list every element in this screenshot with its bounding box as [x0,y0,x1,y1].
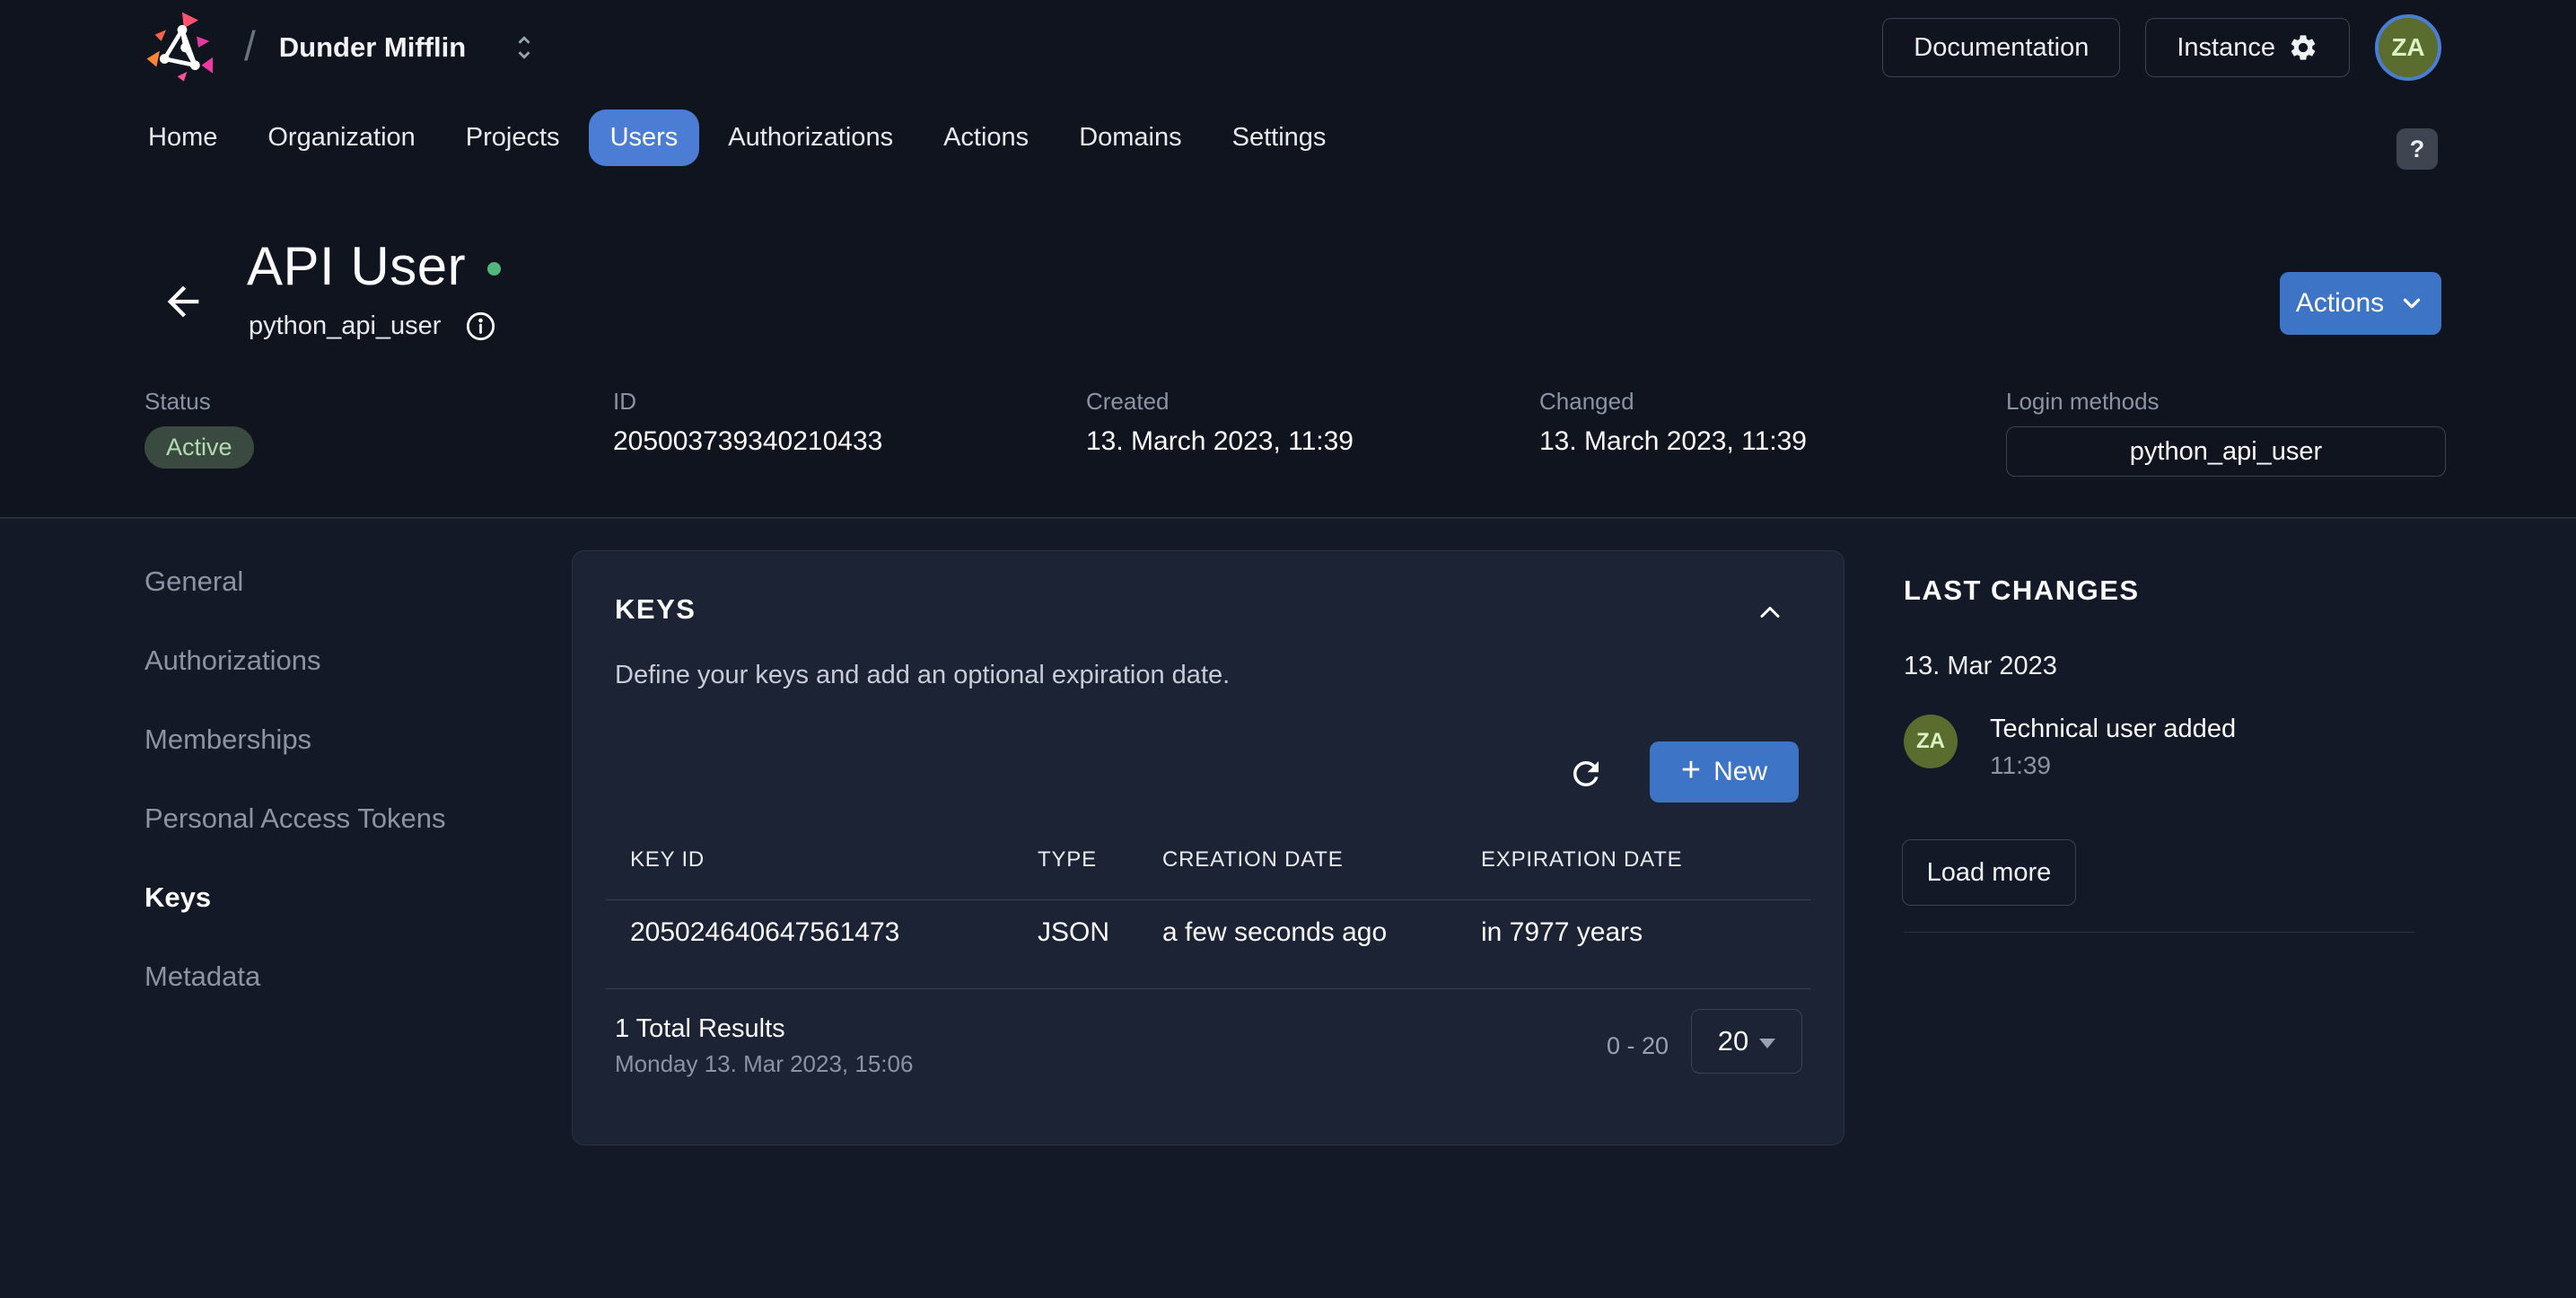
id-value: 205003739340210433 [613,426,882,457]
main-nav: Home Organization Projects Users Authori… [0,95,2576,180]
column-creation-date: CREATION DATE [1162,847,1344,873]
column-key-id: KEY ID [630,847,705,873]
login-methods-label: Login methods [2006,388,2446,416]
column-expiration-date: EXPIRATION DATE [1481,847,1682,873]
id-label: ID [613,388,882,416]
total-results: 1 Total Results [615,1014,785,1044]
table-divider-bottom [606,988,1810,989]
results-timestamp: Monday 13. Mar 2023, 15:06 [615,1050,913,1078]
created-label: Created [1086,388,1354,416]
chevron-down-icon [2398,290,2425,317]
table-row[interactable]: 205024640647561473 JSON a few seconds ag… [573,917,1844,989]
meta-login-methods: Login methods python_api_user [2006,388,2446,477]
actions-label: Actions [2296,288,2384,319]
instance-label: Instance [2177,33,2275,63]
last-changes-title: LAST CHANGES [1904,574,2140,607]
unfold-more-icon[interactable] [509,32,539,63]
user-avatar[interactable]: ZA [2375,14,2441,81]
status-label: Status [145,388,254,416]
top-bar: / Dunder Mifflin Documentation Instance … [0,0,2576,95]
login-method-chip: python_api_user [2006,426,2446,477]
tab-home[interactable]: Home [127,110,239,166]
tab-users[interactable]: Users [589,110,700,166]
page-title: API User [247,235,466,297]
changes-date: 13. Mar 2023 [1904,652,2057,681]
pagination-range: 0 - 20 [1607,1032,1669,1060]
changes-panel-divider [1904,932,2415,933]
change-entry: ZA Technical user added 11:39 [1904,715,2236,780]
sidebar-item-general[interactable]: General [145,566,445,598]
table-divider-top [606,899,1810,900]
detail-side-nav: General Authorizations Memberships Perso… [145,566,445,993]
created-value: 13. March 2023, 11:39 [1086,426,1354,457]
keys-card-title: KEYS [615,593,696,626]
entry-text: Technical user added [1990,715,2236,744]
cell-expiration-date: in 7977 years [1481,917,1643,948]
avatar-initials: ZA [2391,33,2424,62]
column-type: TYPE [1038,847,1097,873]
tab-domains[interactable]: Domains [1057,110,1203,166]
username-subtitle: python_api_user [249,311,441,341]
instance-button[interactable]: Instance [2145,18,2350,77]
meta-id: ID 205003739340210433 [613,388,882,457]
keys-card: KEYS Define your keys and add an optiona… [572,550,1844,1145]
meta-changed: Changed 13. March 2023, 11:39 [1539,388,1807,457]
sidebar-item-memberships[interactable]: Memberships [145,724,445,756]
cell-creation-date: a few seconds ago [1162,917,1387,948]
meta-created: Created 13. March 2023, 11:39 [1086,388,1354,457]
entry-body: Technical user added 11:39 [1990,715,2236,780]
tab-settings[interactable]: Settings [1211,110,1348,166]
tab-organization[interactable]: Organization [246,110,436,166]
page-subtitle-row: python_api_user [249,310,497,343]
entry-avatar: ZA [1904,715,1958,768]
breadcrumb-slash: / [244,22,256,70]
load-more-button[interactable]: Load more [1902,839,2076,906]
chevron-up-icon [1754,596,1786,628]
keys-card-description: Define your keys and add an optional exp… [615,661,1230,690]
info-icon[interactable] [464,310,497,343]
zitadel-logo-icon[interactable] [144,9,221,86]
sidebar-item-authorizations[interactable]: Authorizations [145,645,445,677]
new-key-label: New [1713,757,1767,787]
brand-area: / Dunder Mifflin [144,9,539,86]
actions-button[interactable]: Actions [2280,272,2441,335]
refresh-button[interactable] [1567,750,1614,797]
active-state-dot [487,262,501,276]
changed-label: Changed [1539,388,1807,416]
meta-status: Status Active [145,388,254,469]
sidebar-item-keys[interactable]: Keys [145,881,445,914]
sidebar-item-personal-access-tokens[interactable]: Personal Access Tokens [145,802,445,835]
help-button[interactable]: ? [2396,128,2438,170]
page-title-row: API User [247,235,501,297]
status-badge: Active [145,426,254,469]
org-switcher[interactable]: Dunder Mifflin [279,31,466,64]
tab-projects[interactable]: Projects [444,110,582,166]
collapse-card-button[interactable] [1754,594,1790,630]
cell-key-id: 205024640647561473 [630,917,899,948]
new-key-button[interactable]: + New [1650,741,1799,802]
cell-type: JSON [1038,917,1109,948]
documentation-button[interactable]: Documentation [1882,18,2120,77]
gear-icon [2288,32,2318,63]
page-size-value: 20 [1718,1025,1748,1057]
caret-down-icon [1759,1039,1775,1048]
sidebar-item-metadata[interactable]: Metadata [145,960,445,993]
top-bar-actions: Documentation Instance ZA [1882,0,2441,95]
back-button[interactable] [160,278,206,325]
entry-time: 11:39 [1990,751,2236,780]
tab-authorizations[interactable]: Authorizations [706,110,915,166]
refresh-icon [1567,755,1605,793]
documentation-label: Documentation [1914,33,2089,63]
entry-avatar-initials: ZA [1916,729,1945,754]
page-size-select[interactable]: 20 [1691,1009,1802,1074]
tab-actions[interactable]: Actions [922,110,1050,166]
arrow-back-icon [160,278,206,325]
changed-value: 13. March 2023, 11:39 [1539,426,1807,457]
plus-icon: + [1681,753,1701,787]
